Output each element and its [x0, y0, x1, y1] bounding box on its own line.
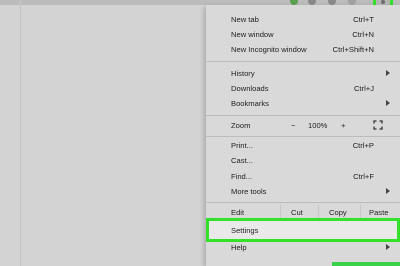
- zoom-level: 100%: [308, 121, 328, 130]
- menu-separator: [206, 61, 400, 62]
- menu-item-label: Bookmarks: [231, 99, 269, 108]
- menu-item-shortcut: Ctrl+J: [353, 84, 374, 93]
- menu-item-downloads[interactable]: Downloads Ctrl+J: [206, 81, 400, 95]
- menu-item-label: Help: [231, 243, 247, 252]
- menu-item-shortcut: Ctrl+T: [353, 15, 374, 24]
- menu-item-zoom: Zoom − 100% +: [206, 118, 400, 132]
- menu-item-label: Zoom: [231, 121, 251, 130]
- menu-separator: [206, 115, 400, 116]
- menu-item-label: Settings: [231, 226, 259, 235]
- menu-item-label: Cast...: [231, 156, 253, 165]
- menu-item-settings[interactable]: Settings: [206, 218, 400, 242]
- chevron-right-icon: [386, 244, 390, 250]
- menu-item-cast[interactable]: Cast...: [206, 153, 400, 167]
- zoom-out-button[interactable]: −: [291, 121, 295, 130]
- menu-item-find[interactable]: Find... Ctrl+F: [206, 169, 400, 183]
- menu-item-edit: Edit Cut Copy Paste: [206, 205, 400, 221]
- menu-item-help[interactable]: Help: [206, 240, 400, 254]
- chrome-main-menu: New tab Ctrl+T New window Ctrl+N New Inc…: [206, 5, 400, 266]
- menu-item-print[interactable]: Print... Ctrl+P: [206, 138, 400, 152]
- three-dot-menu-icon: [381, 0, 385, 4]
- chevron-right-icon: [386, 70, 390, 76]
- menu-item-label: History: [231, 69, 255, 78]
- menu-item-label: New window: [231, 30, 274, 39]
- page-divider: [20, 0, 21, 266]
- cut-button[interactable]: Cut: [291, 208, 303, 217]
- paste-button[interactable]: Paste: [369, 208, 388, 217]
- menu-item-shortcut: Ctrl+N: [352, 30, 374, 39]
- menu-separator: [206, 136, 400, 137]
- menu-separator: [206, 202, 400, 203]
- menu-item-new-tab[interactable]: New tab Ctrl+T: [206, 12, 400, 26]
- fullscreen-icon[interactable]: [373, 120, 383, 130]
- menu-item-shortcut: Ctrl+F: [353, 172, 374, 181]
- menu-item-history[interactable]: History: [206, 66, 400, 80]
- highlight-accent: [332, 262, 400, 266]
- menu-item-bookmarks[interactable]: Bookmarks: [206, 96, 400, 110]
- menu-item-label: Print...: [231, 141, 253, 150]
- zoom-in-button[interactable]: +: [341, 121, 345, 130]
- menu-item-label: New Incognito window: [231, 45, 307, 54]
- menu-item-label: Downloads: [231, 84, 269, 93]
- menu-item-new-window[interactable]: New window Ctrl+N: [206, 27, 400, 41]
- menu-item-shortcut: Ctrl+P: [352, 141, 374, 150]
- menu-item-label: Edit: [231, 208, 245, 217]
- chevron-right-icon: [386, 188, 390, 194]
- menu-item-new-incognito-window[interactable]: New Incognito window Ctrl+Shift+N: [206, 42, 400, 56]
- copy-button[interactable]: Copy: [329, 208, 347, 217]
- chevron-right-icon: [386, 100, 390, 106]
- menu-item-more-tools[interactable]: More tools: [206, 184, 400, 198]
- menu-item-shortcut: Ctrl+Shift+N: [332, 45, 374, 54]
- menu-item-label: More tools: [231, 187, 267, 196]
- menu-item-label: New tab: [231, 15, 259, 24]
- menu-item-label: Find...: [231, 172, 253, 181]
